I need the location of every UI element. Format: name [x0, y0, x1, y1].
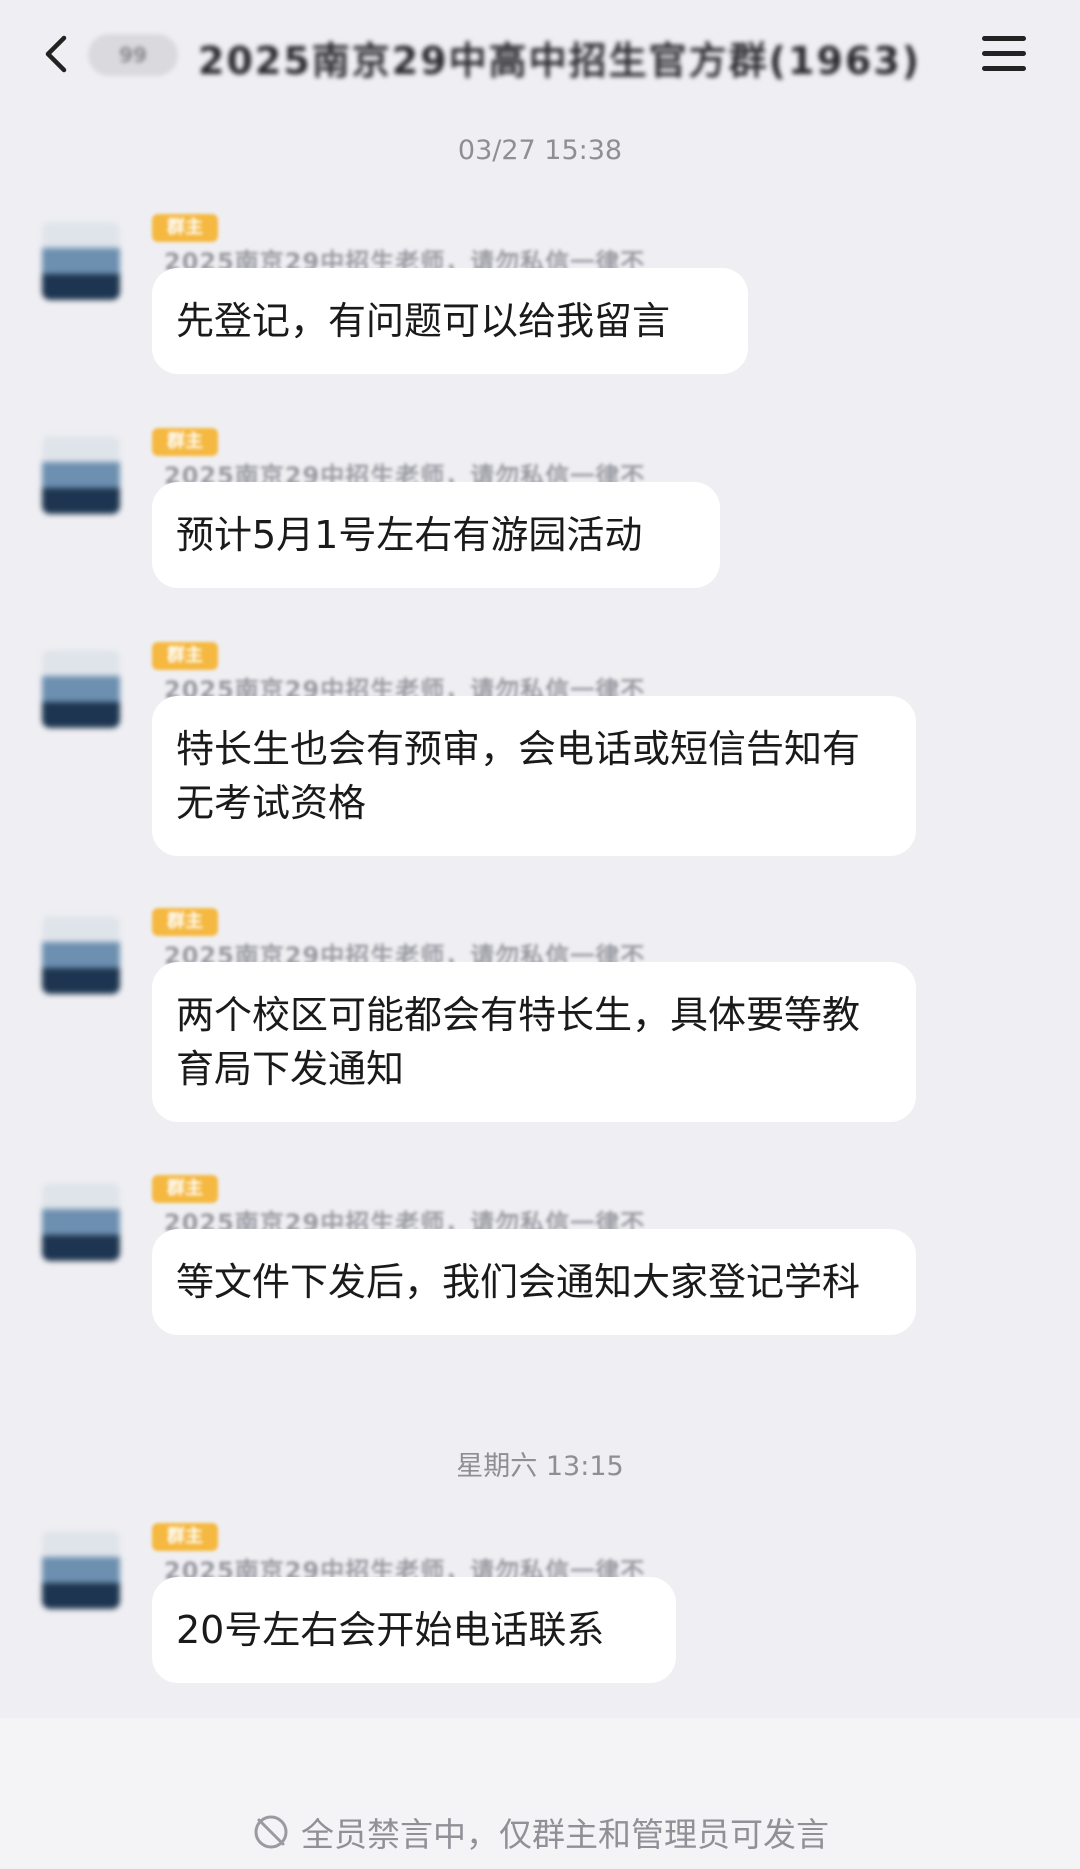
mute-notice-text: 全员禁言中，仅群主和管理员可发言 [301, 1815, 829, 1854]
role-badge: 群主 [152, 1175, 218, 1203]
sender-line: 群主2025南京29中招生老师，请勿私信一律不回 [152, 1523, 652, 1620]
timestamp: 星期六 13:15 [456, 1451, 624, 1482]
unread-count-badge[interactable]: 99 [88, 34, 178, 76]
timestamp: 03/27 15:38 [457, 135, 623, 166]
message-bubble[interactable]: 等文件下发后，我们会通知大家登记学科 [152, 1229, 916, 1335]
sender-line: 群主2025南京29中招生老师，请勿私信一律不回 [152, 1175, 652, 1272]
message-bubble[interactable]: 预计5月1号左右有游园活动 [152, 482, 720, 588]
role-badge: 群主 [152, 428, 218, 456]
avatar[interactable] [42, 1531, 120, 1609]
message-bubble[interactable]: 20号左右会开始电话联系 [152, 1577, 676, 1683]
back-arrow-icon[interactable] [36, 32, 76, 76]
menu-icon[interactable] [982, 36, 1026, 74]
unread-count: 99 [119, 43, 147, 67]
message-bubble[interactable]: 特长生也会有预审，会电话或短信告知有无考试资格 [152, 696, 916, 856]
role-badge: 群主 [152, 214, 218, 242]
group-title: 2025南京29中高中招生官方群(1963) [198, 39, 918, 80]
role-badge: 群主 [152, 642, 218, 670]
message-bubble[interactable]: 先登记，有问题可以给我留言 [152, 268, 748, 374]
role-badge: 群主 [152, 908, 218, 936]
mute-notice: 全员禁言中，仅群主和管理员可发言 [0, 1808, 1080, 1856]
chat-header: 99 2025南京29中高中招生官方群(1963) [0, 0, 1080, 110]
avatar[interactable] [42, 650, 120, 728]
sender-line: 群主2025南京29中招生老师，请勿私信一律不回 [152, 642, 652, 739]
mute-icon [254, 1815, 288, 1849]
role-badge: 群主 [152, 1523, 218, 1551]
message-bubble[interactable]: 两个校区可能都会有特长生，具体要等教育局下发通知 [152, 962, 916, 1122]
avatar[interactable] [42, 916, 120, 994]
avatar[interactable] [42, 436, 120, 514]
sender-line: 群主2025南京29中招生老师，请勿私信一律不回 [152, 908, 652, 1005]
sender-line: 群主2025南京29中招生老师，请勿私信一律不回 [152, 428, 652, 525]
avatar[interactable] [42, 222, 120, 300]
avatar[interactable] [42, 1183, 120, 1261]
sender-line: 群主2025南京29中招生老师，请勿私信一律不回 [152, 214, 652, 311]
